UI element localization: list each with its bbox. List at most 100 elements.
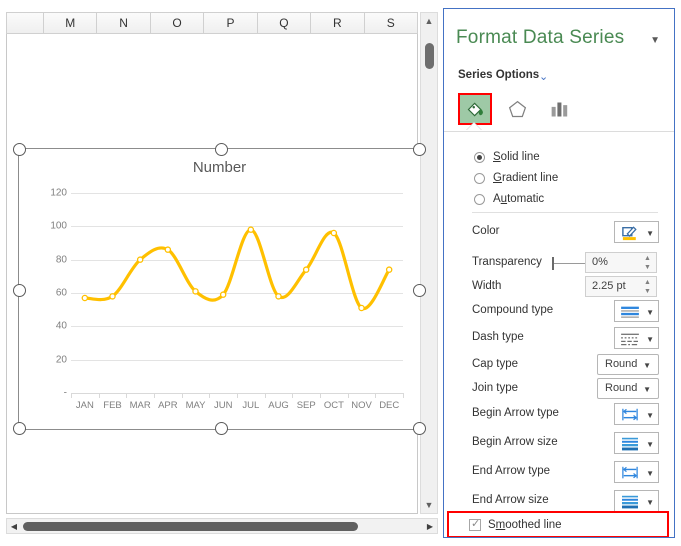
scroll-right-icon[interactable]: ▶ <box>423 519 437 533</box>
x-axis-tick-mark <box>98 393 100 398</box>
spinner-up-icon[interactable]: ▲ <box>643 278 652 286</box>
radio-gradient-line[interactable]: Gradient line <box>474 168 558 188</box>
chevron-down-icon[interactable]: ▼ <box>646 308 654 317</box>
x-axis-tick-label: JUL <box>242 400 260 411</box>
selection-handle-s[interactable] <box>215 422 228 435</box>
transparency-spinner[interactable]: 0% ▲ ▼ <box>585 252 657 273</box>
selection-handle-e[interactable] <box>413 284 426 297</box>
arrow-type-icon <box>622 408 638 421</box>
radio-indicator-solid <box>474 151 485 163</box>
scroll-up-icon[interactable]: ▲ <box>421 13 437 29</box>
smoothed-line-checkbox[interactable] <box>469 517 481 531</box>
series-marker <box>302 266 310 273</box>
label-transparency: Transparency <box>472 256 542 268</box>
selection-handle-sw[interactable] <box>13 422 26 435</box>
tab-series-options[interactable] <box>542 93 576 125</box>
horizontal-scrollbar[interactable]: ◀ ▶ <box>6 518 438 534</box>
radio-indicator-gradient <box>474 172 485 184</box>
chart-object[interactable]: Number 120 100 80 60 40 20 - JAN FEB MAR APR MAY JU… <box>13 143 426 435</box>
spinner-up-icon[interactable]: ▲ <box>643 254 652 262</box>
selection-handle-w[interactable] <box>13 284 26 297</box>
cap-type-dropdown[interactable]: Round ▼ <box>597 354 659 375</box>
pentagon-icon <box>508 100 526 117</box>
series-options-header[interactable]: Series Options <box>458 69 539 81</box>
end-arrow-size-button[interactable]: ▼ <box>614 490 659 512</box>
x-axis-tick-mark <box>264 393 266 398</box>
x-axis-tick-mark <box>403 393 404 398</box>
selection-handle-n[interactable] <box>215 143 228 156</box>
x-axis-tick-mark <box>209 393 211 398</box>
scroll-down-icon[interactable]: ▼ <box>421 497 437 513</box>
chevron-down-icon[interactable]: ⌄ <box>539 70 548 83</box>
column-header-n[interactable]: N <box>97 13 151 33</box>
end-arrow-type-button[interactable]: ▼ <box>614 461 659 483</box>
label-begin-arrow-size: Begin Arrow size <box>472 436 558 448</box>
label-dash-type: Dash type <box>472 331 524 343</box>
chart-title: Number <box>192 159 247 176</box>
series-line-number <box>83 228 391 310</box>
column-header-p[interactable]: P <box>204 13 258 33</box>
spinner-down-icon[interactable]: ▼ <box>643 263 652 271</box>
chevron-down-icon[interactable]: ▼ <box>646 498 654 507</box>
chart-x-tick-labels: JAN FEB MAR APR MAY JUN JUL AUG SEP OCT NOV DEC <box>71 396 403 416</box>
join-type-dropdown[interactable]: Round ▼ <box>597 378 659 399</box>
series-marker <box>330 229 338 237</box>
compound-line-icon <box>621 306 639 318</box>
x-axis-tick-mark <box>320 393 321 398</box>
row-transparency: Transparency 0% ▲ ▼ <box>444 252 674 278</box>
column-header-m[interactable]: M <box>44 13 98 33</box>
radio-solid-line[interactable]: Solid line <box>474 147 540 167</box>
compound-type-button[interactable]: ▼ <box>614 300 659 322</box>
vertical-scroll-thumb[interactable] <box>425 43 434 69</box>
chevron-down-icon[interactable]: ▼ <box>646 335 654 344</box>
radio-automatic[interactable]: Automatic <box>474 189 544 209</box>
width-spinner[interactable]: 2.25 pt ▲ ▼ <box>585 276 657 297</box>
selection-handle-se[interactable] <box>413 422 426 435</box>
smoothed-line-label: Smoothed line <box>488 519 562 531</box>
spinner-down-icon[interactable]: ▼ <box>643 287 652 295</box>
color-picker-button[interactable]: ▼ <box>614 221 659 243</box>
tab-fill-line[interactable] <box>458 93 492 125</box>
scroll-left-icon[interactable]: ◀ <box>7 519 21 533</box>
x-axis-tick-label: AUG <box>268 400 289 411</box>
series-marker <box>247 226 255 233</box>
begin-arrow-type-button[interactable]: ▼ <box>614 403 659 425</box>
transparency-slider-handle[interactable] <box>552 257 554 270</box>
worksheet-area: M N O P Q R S Number 120 100 80 60 40 20 - JAN… <box>0 0 440 546</box>
chevron-down-icon[interactable]: ▼ <box>646 469 654 478</box>
selection-handle-ne[interactable] <box>413 143 426 156</box>
chevron-down-icon[interactable]: ▼ <box>646 411 654 420</box>
vertical-scrollbar[interactable]: ▲ ▼ <box>420 12 438 514</box>
cap-type-value: Round <box>605 358 638 370</box>
column-header-q[interactable]: Q <box>257 13 312 33</box>
chevron-down-icon[interactable]: ▼ <box>643 361 651 370</box>
tab-strip-divider <box>444 131 674 132</box>
selection-handle-nw[interactable] <box>13 143 26 156</box>
chevron-down-icon[interactable]: ▼ <box>643 385 651 394</box>
pane-options-caret-icon[interactable]: ▼ <box>650 35 660 46</box>
series-marker <box>192 288 199 295</box>
x-axis-tick-mark <box>126 393 128 398</box>
tab-effects[interactable] <box>500 93 534 125</box>
format-data-series-pane: Format Data Series ▼ Series Options ⌄ So… <box>443 8 675 538</box>
begin-arrow-size-button[interactable]: ▼ <box>614 432 659 454</box>
chevron-down-icon[interactable]: ▼ <box>646 440 654 449</box>
label-begin-arrow-type: Begin Arrow type <box>472 407 559 419</box>
smoothed-line-checkbox-row[interactable]: Smoothed line <box>469 517 562 533</box>
series-marker <box>219 291 227 298</box>
column-header-o[interactable]: O <box>150 13 205 33</box>
arrow-size-icon <box>622 495 638 509</box>
row-compound-type: Compound type ▼ <box>444 300 674 326</box>
row-join-type: Join type Round ▼ <box>444 378 674 404</box>
tab-indicator <box>466 123 482 131</box>
series-marker <box>385 266 393 273</box>
x-axis-tick-label: JAN <box>75 400 94 411</box>
column-header-s[interactable]: S <box>364 13 418 33</box>
label-width: Width <box>472 280 502 292</box>
column-header-r[interactable]: R <box>311 13 365 33</box>
row-cap-type: Cap type Round ▼ <box>444 354 674 380</box>
chevron-down-icon[interactable]: ▼ <box>646 229 654 238</box>
horizontal-scroll-thumb[interactable] <box>23 522 358 531</box>
dash-type-button[interactable]: ▼ <box>614 327 659 349</box>
radio-label-solid-line: Solid line <box>493 151 540 163</box>
